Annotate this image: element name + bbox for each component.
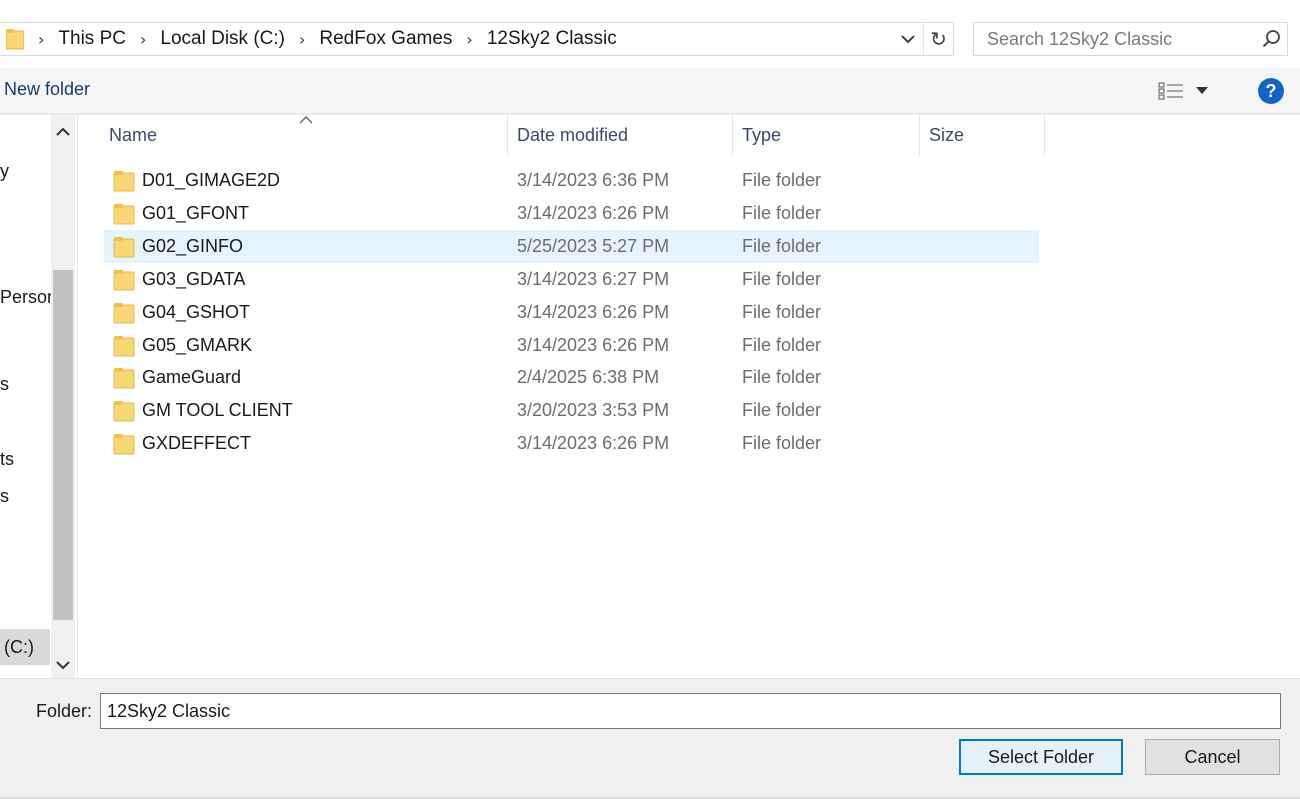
dialog-footer: Folder: Select Folder Cancel	[0, 678, 1300, 799]
file-name: G02_GINFO	[142, 235, 244, 256]
nav-item-4[interactable]: ts	[0, 449, 14, 470]
chevron-right-icon[interactable]: ›	[299, 30, 305, 49]
details-view-icon	[1158, 82, 1183, 100]
file-date-modified: 3/14/2023 6:26 PM	[517, 301, 670, 322]
table-row[interactable]: G02_GINFO 5/25/2023 5:27 PM File folder	[104, 229, 1039, 263]
search-input[interactable]	[987, 28, 1257, 50]
folder-icon	[113, 434, 135, 455]
column-header-type[interactable]: Type	[733, 115, 920, 155]
table-row[interactable]: G01_GFONT 3/14/2023 6:26 PM File folder	[104, 197, 1039, 230]
folder-icon	[113, 171, 135, 192]
file-date-modified: 3/20/2023 3:53 PM	[517, 400, 670, 421]
folder-icon	[113, 236, 135, 258]
breadcrumb-local-disk[interactable]: Local Disk (C:)	[160, 28, 285, 50]
nav-scrollbar-thumb[interactable]	[53, 270, 73, 620]
file-name: GM TOOL CLIENT	[142, 400, 293, 421]
help-icon[interactable]: ?	[1258, 78, 1284, 104]
new-folder-button[interactable]: New folder	[4, 79, 90, 100]
folder-icon	[113, 203, 135, 225]
file-date-modified: 5/25/2023 5:27 PM	[517, 235, 670, 256]
file-type: File folder	[742, 202, 822, 223]
scroll-down-icon[interactable]	[53, 655, 73, 675]
file-type: File folder	[742, 301, 822, 322]
table-row[interactable]: GXDEFFECT 3/14/2023 6:26 PM File folder	[104, 427, 1039, 460]
file-name: G05_GMARK	[142, 334, 253, 355]
file-list: Name Date modified Type Size D01_GIMAGE2…	[78, 115, 1300, 678]
column-header-size[interactable]: Size	[920, 115, 1045, 155]
navigation-pane: y Persor s ts s (C:)	[0, 115, 78, 678]
file-date-modified: 2/4/2025 6:38 PM	[517, 367, 660, 388]
breadcrumb-this-pc[interactable]: This PC	[58, 28, 126, 50]
column-header-size-label: Size	[929, 124, 965, 145]
chevron-right-icon[interactable]: ›	[140, 30, 146, 49]
folder-icon	[113, 368, 135, 389]
toolbar: New folder ?	[0, 68, 1300, 114]
file-date-modified: 3/14/2023 6:36 PM	[517, 170, 670, 190]
chevron-right-icon[interactable]: ›	[466, 30, 472, 49]
search-box[interactable]	[973, 22, 1288, 56]
file-date-modified: 3/14/2023 6:26 PM	[517, 202, 670, 223]
view-options-button[interactable]	[1158, 78, 1218, 104]
file-type: File folder	[742, 334, 822, 355]
folder-icon	[6, 29, 24, 50]
refresh-icon[interactable]: ↻	[923, 23, 953, 55]
caret-down-icon	[1196, 87, 1208, 94]
file-name: G01_GFONT	[142, 202, 250, 223]
file-name: D01_GIMAGE2D	[142, 170, 281, 190]
table-row[interactable]: D01_GIMAGE2D 3/14/2023 6:36 PM File folder	[104, 164, 1039, 197]
address-row: › This PC › Local Disk (C:) › RedFox Gam…	[0, 0, 1300, 68]
search-icon[interactable]	[1257, 24, 1287, 54]
file-date-modified: 3/14/2023 6:27 PM	[517, 268, 670, 289]
folder-icon	[113, 335, 135, 356]
chevron-right-icon[interactable]: ›	[38, 30, 44, 49]
file-date-modified: 3/14/2023 6:26 PM	[517, 433, 670, 454]
folder-name-input[interactable]	[100, 693, 1281, 729]
file-type: File folder	[742, 235, 822, 256]
select-folder-button[interactable]: Select Folder	[959, 739, 1123, 775]
file-type: File folder	[742, 367, 822, 388]
nav-item-local-disk[interactable]: (C:)	[4, 637, 34, 658]
nav-item-3[interactable]: s	[0, 374, 9, 395]
nav-item-library[interactable]: y	[0, 161, 9, 182]
file-date-modified: 3/14/2023 6:26 PM	[517, 334, 670, 355]
address-bar[interactable]: › This PC › Local Disk (C:) › RedFox Gam…	[0, 22, 954, 56]
folder-icon	[113, 302, 135, 324]
breadcrumb-current-folder[interactable]: 12Sky2 Classic	[487, 28, 617, 50]
file-type: File folder	[742, 400, 822, 421]
column-header-date-label: Date modified	[517, 124, 629, 145]
cancel-button[interactable]: Cancel	[1145, 739, 1280, 775]
file-name: G04_GSHOT	[142, 301, 251, 322]
table-row[interactable]: G05_GMARK 3/14/2023 6:26 PM File folder	[104, 329, 1039, 362]
nav-item-5[interactable]: s	[0, 486, 9, 507]
nav-item-personal[interactable]: Persor	[0, 287, 53, 308]
file-name: G03_GDATA	[142, 268, 246, 289]
table-row[interactable]: GameGuard 2/4/2025 6:38 PM File folder	[104, 361, 1039, 394]
column-header-name-label: Name	[109, 124, 158, 145]
file-type: File folder	[742, 268, 822, 289]
folder-label: Folder:	[36, 701, 93, 721]
sort-ascending-icon	[299, 116, 313, 124]
breadcrumb-redfox-games[interactable]: RedFox Games	[319, 28, 452, 50]
file-name: GXDEFFECT	[142, 433, 252, 454]
table-row[interactable]: GM TOOL CLIENT 3/20/2023 3:53 PM File fold…	[104, 394, 1039, 427]
file-name: GameGuard	[142, 367, 242, 388]
column-header-date[interactable]: Date modified	[508, 115, 733, 155]
scroll-up-icon[interactable]	[53, 121, 73, 141]
table-row[interactable]: G04_GSHOT 3/14/2023 6:26 PM File folder	[104, 296, 1039, 329]
column-header-type-label: Type	[742, 124, 782, 145]
folder-icon	[113, 269, 135, 291]
table-row[interactable]: G03_GDATA 3/14/2023 6:27 PM File folder	[104, 263, 1039, 296]
file-type: File folder	[742, 433, 822, 454]
folder-icon	[113, 401, 135, 422]
chevron-down-icon[interactable]	[893, 23, 923, 55]
file-type: File folder	[742, 170, 822, 190]
